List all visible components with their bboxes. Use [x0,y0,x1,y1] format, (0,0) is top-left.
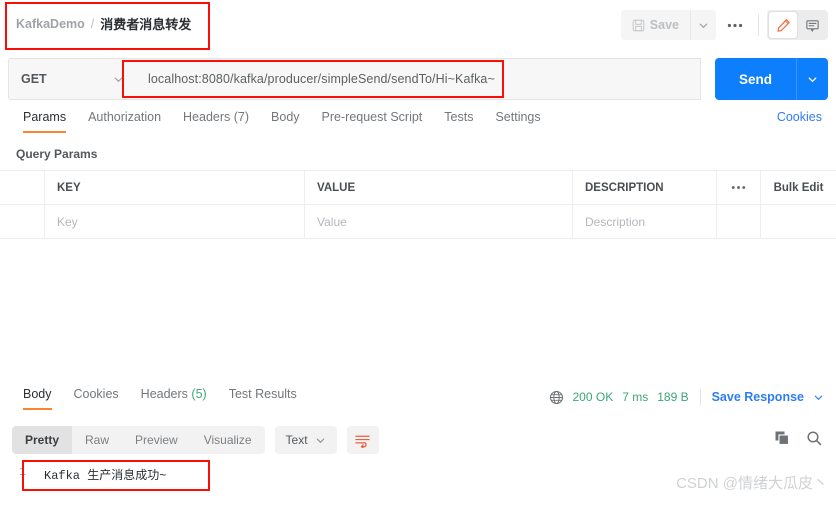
response-tab-test-results[interactable]: Test Results [218,385,308,410]
response-tab-headers-label: Headers [140,387,192,401]
tab-body-label: Body [271,110,300,124]
status-divider [699,389,701,405]
tab-settings-label: Settings [495,110,541,124]
header-actions: Save [620,8,828,42]
search-icon[interactable] [806,430,822,446]
tab-params-label: Params [23,110,67,124]
breadcrumb: KafkaDemo / 消费者消息转发 [16,14,191,33]
response-tab-body-label: Body [23,387,52,401]
response-time: 7 ms [622,390,649,404]
breadcrumb-separator: / [90,16,95,31]
tab-headers-label: Headers (7) [183,110,250,124]
tab-pre-request-script-label: Pre-request Script [321,110,423,124]
comment-icon [805,18,820,33]
response-tab-cookies-label: Cookies [73,387,119,401]
send-button[interactable]: Send [714,58,796,100]
header-divider [758,14,759,36]
response-tab-test-results-label: Test Results [228,387,297,401]
tab-tests-label: Tests [444,110,474,124]
response-view-toolbar: Pretty Raw Preview Visualize Text [0,424,836,456]
save-button-label: Save [649,18,679,32]
row-bulk-spacer [761,205,836,238]
word-wrap-button[interactable] [346,426,379,454]
breadcrumb-request-name[interactable]: 消费者消息转发 [100,14,191,33]
word-wrap-icon [354,433,371,448]
chevron-down-icon [113,74,124,85]
view-mode-visualize[interactable]: Visualize [191,426,265,454]
http-method-select[interactable]: GET [8,58,136,100]
view-mode-preview-label: Preview [135,433,178,447]
row-options-spacer [717,205,761,238]
http-method-label: GET [21,72,47,86]
save-dropdown-chevron-icon[interactable] [690,10,716,40]
tab-pre-request-script[interactable]: Pre-request Script [311,108,434,133]
url-input[interactable]: localhost:8080/kafka/producer/simpleSend… [136,58,701,100]
save-disk-icon [632,19,645,32]
chevron-down-icon [315,435,326,446]
tab-body[interactable]: Body [260,108,311,133]
more-options-button[interactable] [720,10,750,40]
save-response-button[interactable]: Save Response [712,390,804,404]
response-format-select[interactable]: Text [274,426,337,454]
response-format-label: Text [285,433,308,447]
tab-params[interactable]: Params [12,108,77,133]
response-tool-icons [774,430,822,446]
view-mode-raw-label: Raw [85,433,110,447]
query-params-table: KEY VALUE DESCRIPTION Bulk Edit Key Valu… [0,170,836,239]
url-input-value: localhost:8080/kafka/producer/simpleSend… [148,72,495,86]
response-tab-headers-count: (5) [191,387,207,401]
view-mode-pretty[interactable]: Pretty [12,426,73,454]
line-number: 1 [19,466,26,479]
response-status-bar: 200 OK 7 ms 189 B Save Response [549,389,825,405]
send-button-group: Send [714,58,828,100]
pencil-icon [776,18,791,33]
save-button[interactable]: Save [621,10,690,40]
tab-tests[interactable]: Tests [433,108,484,133]
globe-icon [549,390,564,405]
comments-button[interactable] [798,12,826,38]
cookies-link[interactable]: Cookies [777,110,822,124]
response-size: 189 B [657,390,689,404]
tab-headers[interactable]: Headers (7) [172,108,260,133]
row-key-input[interactable]: Key [45,205,305,238]
postman-window: KafkaDemo / 消费者消息转发 Save GET localhost:8… [0,0,836,507]
table-header-row: KEY VALUE DESCRIPTION Bulk Edit [0,171,836,205]
header-icon-group [767,10,828,40]
response-tab-cookies[interactable]: Cookies [63,385,130,410]
status-code: 200 OK [572,390,614,404]
bulk-edit-button[interactable]: Bulk Edit [761,171,836,204]
view-mode-preview[interactable]: Preview [122,426,191,454]
request-tab-bar: Params Authorization Headers (7) Body Pr… [0,108,836,140]
tab-authorization[interactable]: Authorization [77,108,172,133]
query-params-title: Query Params [16,147,98,161]
response-body-text: Kafka 生产消息成功~ [44,469,167,483]
table-options-button[interactable] [717,171,761,204]
view-mode-pretty-label: Pretty [25,433,60,447]
breadcrumb-collection[interactable]: KafkaDemo [16,17,85,31]
tab-authorization-label: Authorization [88,110,162,124]
response-tab-body[interactable]: Body [12,385,63,410]
table-header-description: DESCRIPTION [573,171,717,204]
copy-icon[interactable] [774,430,790,446]
tab-settings[interactable]: Settings [484,108,551,133]
response-view-mode-group: Pretty Raw Preview Visualize [12,426,265,454]
response-tab-headers[interactable]: Headers (5) [130,385,218,410]
row-value-input[interactable]: Value [305,205,573,238]
table-header-checkbox-cell [0,171,45,204]
row-checkbox[interactable] [0,205,45,238]
table-header-key: KEY [45,171,305,204]
send-dropdown-chevron-icon[interactable] [796,58,828,100]
table-header-value: VALUE [305,171,573,204]
row-description-input[interactable]: Description [573,205,717,238]
view-mode-visualize-label: Visualize [203,433,252,447]
edit-request-button[interactable] [769,12,797,38]
view-mode-raw[interactable]: Raw [72,426,122,454]
watermark: CSDN @情绪大瓜皮丶 [676,475,828,492]
save-button-group: Save [620,10,716,40]
send-button-label: Send [738,71,772,87]
table-row[interactable]: Key Value Description [0,205,836,239]
save-response-chevron-icon[interactable] [813,392,824,403]
url-bar: GET localhost:8080/kafka/producer/simple… [8,58,828,100]
request-header: KafkaDemo / 消费者消息转发 Save [0,0,836,52]
